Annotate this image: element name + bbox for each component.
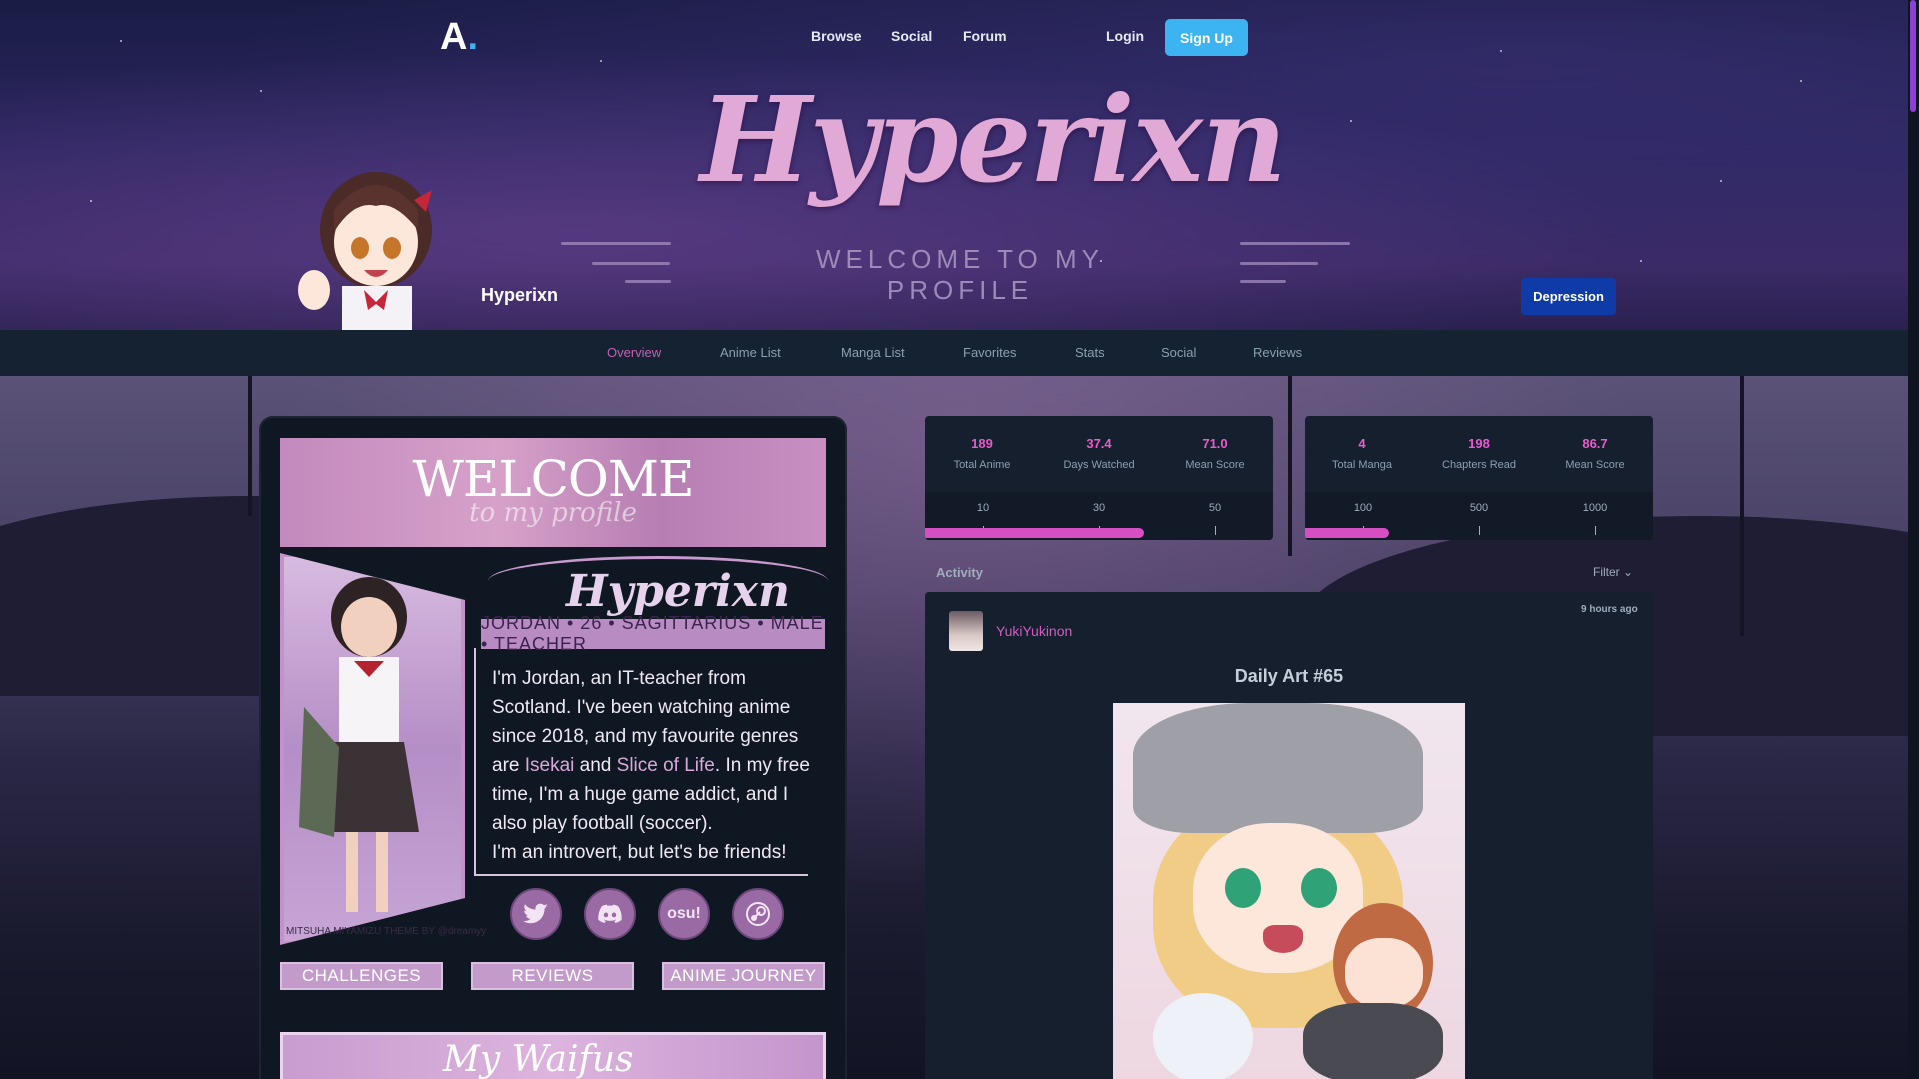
waifus-banner: My Waifus	[280, 1032, 826, 1079]
manga-tick: 1000	[1582, 502, 1608, 514]
character-portrait	[280, 553, 465, 945]
scrollbar-thumb[interactable]	[1910, 0, 1916, 112]
tab-reviews[interactable]: Reviews	[1253, 345, 1302, 360]
twitter-icon[interactable]	[510, 888, 562, 940]
profile-tabs: Overview Anime List Manga List Favorites…	[0, 330, 1919, 376]
discord-icon[interactable]	[584, 888, 636, 940]
osu-icon[interactable]: osu!	[658, 888, 710, 940]
stat-total-anime: 189 Total Anime	[953, 436, 1011, 471]
portrait-caption: MITSUHA MIYAMIZU THEME BY @dreamyy	[286, 926, 487, 937]
tab-social[interactable]: Social	[1161, 345, 1196, 360]
welcome-subtitle: to my profile	[469, 498, 637, 528]
manga-stats: 4 Total Manga 198 Chapters Read 86.7 Mea…	[1305, 416, 1653, 540]
tab-anime-list[interactable]: Anime List	[720, 345, 781, 360]
stat-chapters-read: 198 Chapters Read	[1442, 436, 1516, 471]
manga-tick: 100	[1353, 502, 1373, 514]
welcome-banner: WELCOME to my profile	[280, 438, 826, 547]
activity-filter[interactable]: Filter ⌄	[1593, 565, 1633, 579]
genre-slice-of-life: Slice of Life	[616, 755, 715, 776]
anime-stats: 189 Total Anime 37.4 Days Watched 71.0 M…	[925, 416, 1273, 540]
manga-tick: 500	[1469, 502, 1489, 514]
signup-button[interactable]: Sign Up	[1165, 19, 1248, 56]
activity-heading: Activity	[936, 565, 983, 580]
top-navigation: A. Browse Social Forum Login Sign Up	[0, 0, 1919, 74]
stat-anime-mean-score: 71.0 Mean Score	[1185, 436, 1245, 471]
anime-tick: 50	[1208, 502, 1222, 514]
anime-journey-button[interactable]: ANIME JOURNEY	[662, 962, 825, 990]
tab-stats[interactable]: Stats	[1075, 345, 1105, 360]
nav-forum[interactable]: Forum	[963, 28, 1007, 44]
stat-manga-mean-score: 86.7 Mean Score	[1565, 436, 1625, 471]
tab-favorites[interactable]: Favorites	[963, 345, 1016, 360]
nav-browse[interactable]: Browse	[811, 28, 862, 44]
user-avatar[interactable]	[949, 611, 983, 651]
steam-icon[interactable]	[732, 888, 784, 940]
profile-avatar[interactable]	[294, 160, 454, 330]
tab-overview[interactable]: Overview	[607, 345, 661, 360]
banner-title: Hyperixn	[700, 70, 1287, 209]
profile-info-bar: JORDAN • 26 • SAGITTARIUS • MALE • TEACH…	[481, 613, 825, 654]
anime-progress-bar	[925, 528, 1145, 538]
profile-username: Hyperixn	[481, 285, 559, 305]
anime-tick: 30	[1092, 502, 1106, 514]
about-name: Hyperixn	[566, 566, 791, 617]
character-illustration	[299, 577, 419, 912]
genre-isekai: Isekai	[524, 755, 575, 776]
bio-text: I'm Jordan, an IT-teacher from Scotland.…	[492, 668, 810, 863]
donator-badge: Depression	[1521, 278, 1616, 315]
challenges-button[interactable]: CHALLENGES	[280, 962, 443, 990]
anilist-logo[interactable]: A.	[440, 18, 484, 56]
reviews-button[interactable]: REVIEWS	[471, 962, 634, 990]
waifus-title: My Waifus	[443, 1039, 634, 1079]
page-scrollbar[interactable]	[1908, 0, 1919, 1079]
banner-subtitle: WELCOME TO MY PROFILE	[816, 244, 1104, 305]
stat-total-manga: 4 Total Manga	[1332, 436, 1392, 471]
activity-timestamp[interactable]: 9 hours ago	[1581, 604, 1638, 615]
nav-social[interactable]: Social	[891, 28, 932, 44]
manga-progress-bar	[1305, 528, 1389, 538]
chevron-down-icon: ⌄	[1623, 565, 1634, 579]
stat-days-watched: 37.4 Days Watched	[1063, 436, 1135, 471]
login-link[interactable]: Login	[1106, 28, 1144, 44]
activity-username[interactable]: YukiYukinon	[996, 623, 1072, 639]
tab-manga-list[interactable]: Manga List	[841, 345, 905, 360]
post-image[interactable]	[1113, 703, 1465, 1079]
anime-tick: 10	[976, 502, 990, 514]
post-title: Daily Art #65	[1234, 666, 1344, 686]
